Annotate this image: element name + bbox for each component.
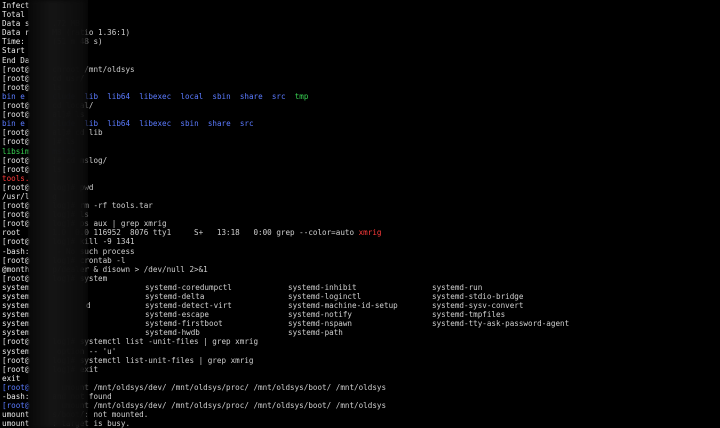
ls-entry: libexec	[139, 91, 172, 101]
terminal-line: [root@ al]# cd lib	[2, 128, 720, 137]
ls-entry: lib64	[107, 91, 131, 101]
completion-item: systemd-hwdb	[145, 328, 200, 338]
terminal-line: bin e clude lib lib64 libexec local sbin…	[2, 92, 720, 101]
completion-item: systemd-inhibit	[288, 282, 357, 292]
terminal-line: @month p/dealer & disown > /dev/null 2>&…	[2, 265, 720, 274]
completion-row: system systemd-coredumpctl systemd-inhibi…	[2, 283, 720, 292]
completion-item: systemd-escape	[145, 310, 210, 320]
terminal-line: [root@ log]# systemctl list-unit-files |…	[2, 356, 720, 365]
terminal-line: [root@ ls	[2, 83, 720, 92]
terminal-line: tools.	[2, 174, 720, 183]
terminal-line: Data r MB (ratio 1.36:1)	[2, 28, 720, 37]
terminal-line: exit	[2, 374, 720, 383]
ls-entry: sbin	[180, 119, 199, 129]
terminal-line: Data s .72 MB	[2, 19, 720, 28]
ls-entry	[171, 92, 180, 101]
ls-entry	[263, 92, 272, 101]
ls-entry	[286, 92, 295, 101]
completion-item: systemd-run	[432, 282, 483, 292]
ls-entry	[231, 119, 240, 128]
terminal-line: [root@ ls	[2, 165, 720, 174]
completion-item: systemd-machine-id-setup	[288, 301, 398, 311]
ls-entry	[98, 92, 107, 101]
terminal-line: -bash: and not found	[2, 392, 720, 401]
completion-item: systemd-loginctl	[288, 292, 362, 301]
terminal-line: Infect	[2, 1, 720, 10]
terminal-line: /usr/l g	[2, 192, 720, 201]
ls-entry: tmp	[294, 91, 309, 101]
completion-row: system d systemd-detect-virt systemd-machi…	[2, 301, 720, 310]
completion-item: systemd-detect-virt	[145, 301, 232, 311]
terminal-line: [root@ log]# rm -rf tools.tar	[2, 201, 720, 210]
completion-item: systemd-sysv-convert	[432, 301, 524, 311]
ls-entry: local	[180, 91, 204, 101]
terminal-line: [root@ log]# ls	[2, 210, 720, 219]
ls-entry	[171, 119, 180, 128]
completion-item: systemd-firstboot	[145, 319, 223, 329]
terminal-line: bin e clude lib lib64 libexec sbin share…	[2, 119, 720, 128]
line-text: umount /mnt/oldsys/dev/ /mnt/oldsys/proc…	[52, 382, 387, 392]
terminal-line: [root@ log]# crontab -l	[2, 256, 720, 265]
terminal-line: system option -- 'u'	[2, 347, 720, 356]
terminal-line: [root@ log]# kill -9 1341	[2, 237, 720, 246]
terminal-line: [root@ log]# pwd	[2, 183, 720, 192]
ls-entry: lib64	[107, 119, 131, 129]
ls-entry: src	[239, 119, 254, 129]
completion-item: systemd-nspawn	[288, 319, 353, 329]
terminal-line: [root@ log]# ps aux | grep xmrig	[2, 219, 720, 228]
terminal-window[interactable]: Infect Total Data s .72 MBData r MB (rat…	[0, 0, 720, 428]
terminal-line: [root@ al]# ls	[2, 110, 720, 119]
completion-item: systemd-coredumpctl	[145, 282, 232, 292]
terminal-line: umount : target is busy.	[2, 419, 720, 428]
line-text: umount /mnt/oldsys/dev/ /mnt/oldsys/proc…	[52, 401, 387, 411]
completion-row: system systemd-hwdb systemd-path	[2, 328, 720, 337]
terminal-line: [root@ umount /mnt/oldsys/dev/ /mnt/olds…	[2, 401, 720, 410]
terminal-line: root 1.0 0.0 116952 8076 tty1 S+ 13:18 0…	[2, 228, 720, 237]
terminal-line: [root@ log]# systemctl list -unit-files …	[2, 337, 720, 346]
terminal-line: [root@ chroot /mnt/oldsys	[2, 65, 720, 74]
terminal-line: umount s/boot/: not mounted.	[2, 410, 720, 419]
terminal-line: [root@ cd usr/	[2, 74, 720, 83]
terminal-line: -bash: - No such process	[2, 247, 720, 256]
ls-entry: sbin	[212, 91, 231, 101]
terminal-line: [root@ log]# exit	[2, 365, 720, 374]
terminal-line: [root@ umount /mnt/oldsys/dev/ /mnt/olds…	[2, 383, 720, 392]
completion-item: systemd-delta	[145, 292, 205, 301]
terminal-line: [root@ ]# cd mslog/	[2, 156, 720, 165]
completion-item: systemd-tmpfiles	[432, 310, 506, 320]
redaction-blur	[30, 0, 85, 428]
terminal-line: End Da	[2, 56, 720, 65]
completion-row: system systemd-delta systemd-loginctl syst…	[2, 292, 720, 301]
completion-row: system systemd-escape systemd-notify syste…	[2, 310, 720, 319]
completion-row: system systemd-firstboot systemd-nspawn sy…	[2, 319, 720, 328]
completion-item: systemd-stdio-bridge	[432, 292, 524, 301]
ls-entry: src	[271, 91, 286, 101]
line-text: 1.0 0.0 116952 8076 tty1 S+ 13:18 0:00 g…	[52, 228, 359, 238]
terminal-output: Infect Total Data s .72 MBData r MB (rat…	[2, 1, 720, 428]
terminal-line: Start	[2, 46, 720, 55]
ls-entry	[130, 119, 139, 128]
completion-item: systemd-path	[288, 328, 343, 338]
completion-item: systemd-tty-ask-password-agent	[432, 319, 570, 329]
ls-entry	[199, 119, 208, 128]
grep-highlight: xmrig	[358, 228, 382, 238]
terminal-line: Total	[2, 10, 720, 19]
ls-entry	[231, 92, 240, 101]
ls-entry: share	[239, 91, 263, 101]
terminal-line: [root@ cd local/	[2, 101, 720, 110]
ls-entry: libexec	[139, 119, 172, 129]
completion-item: systemd-notify	[288, 310, 353, 320]
ls-entry	[130, 92, 139, 101]
terminal-line: [root@ log]# system	[2, 274, 720, 283]
terminal-line: Time: (51 m 48 s)	[2, 37, 720, 46]
terminal-line: libsim mslog	[2, 147, 720, 156]
ls-entry: share	[207, 119, 231, 129]
terminal-line: [root@ ]# ls	[2, 137, 720, 146]
ls-entry	[98, 119, 107, 128]
